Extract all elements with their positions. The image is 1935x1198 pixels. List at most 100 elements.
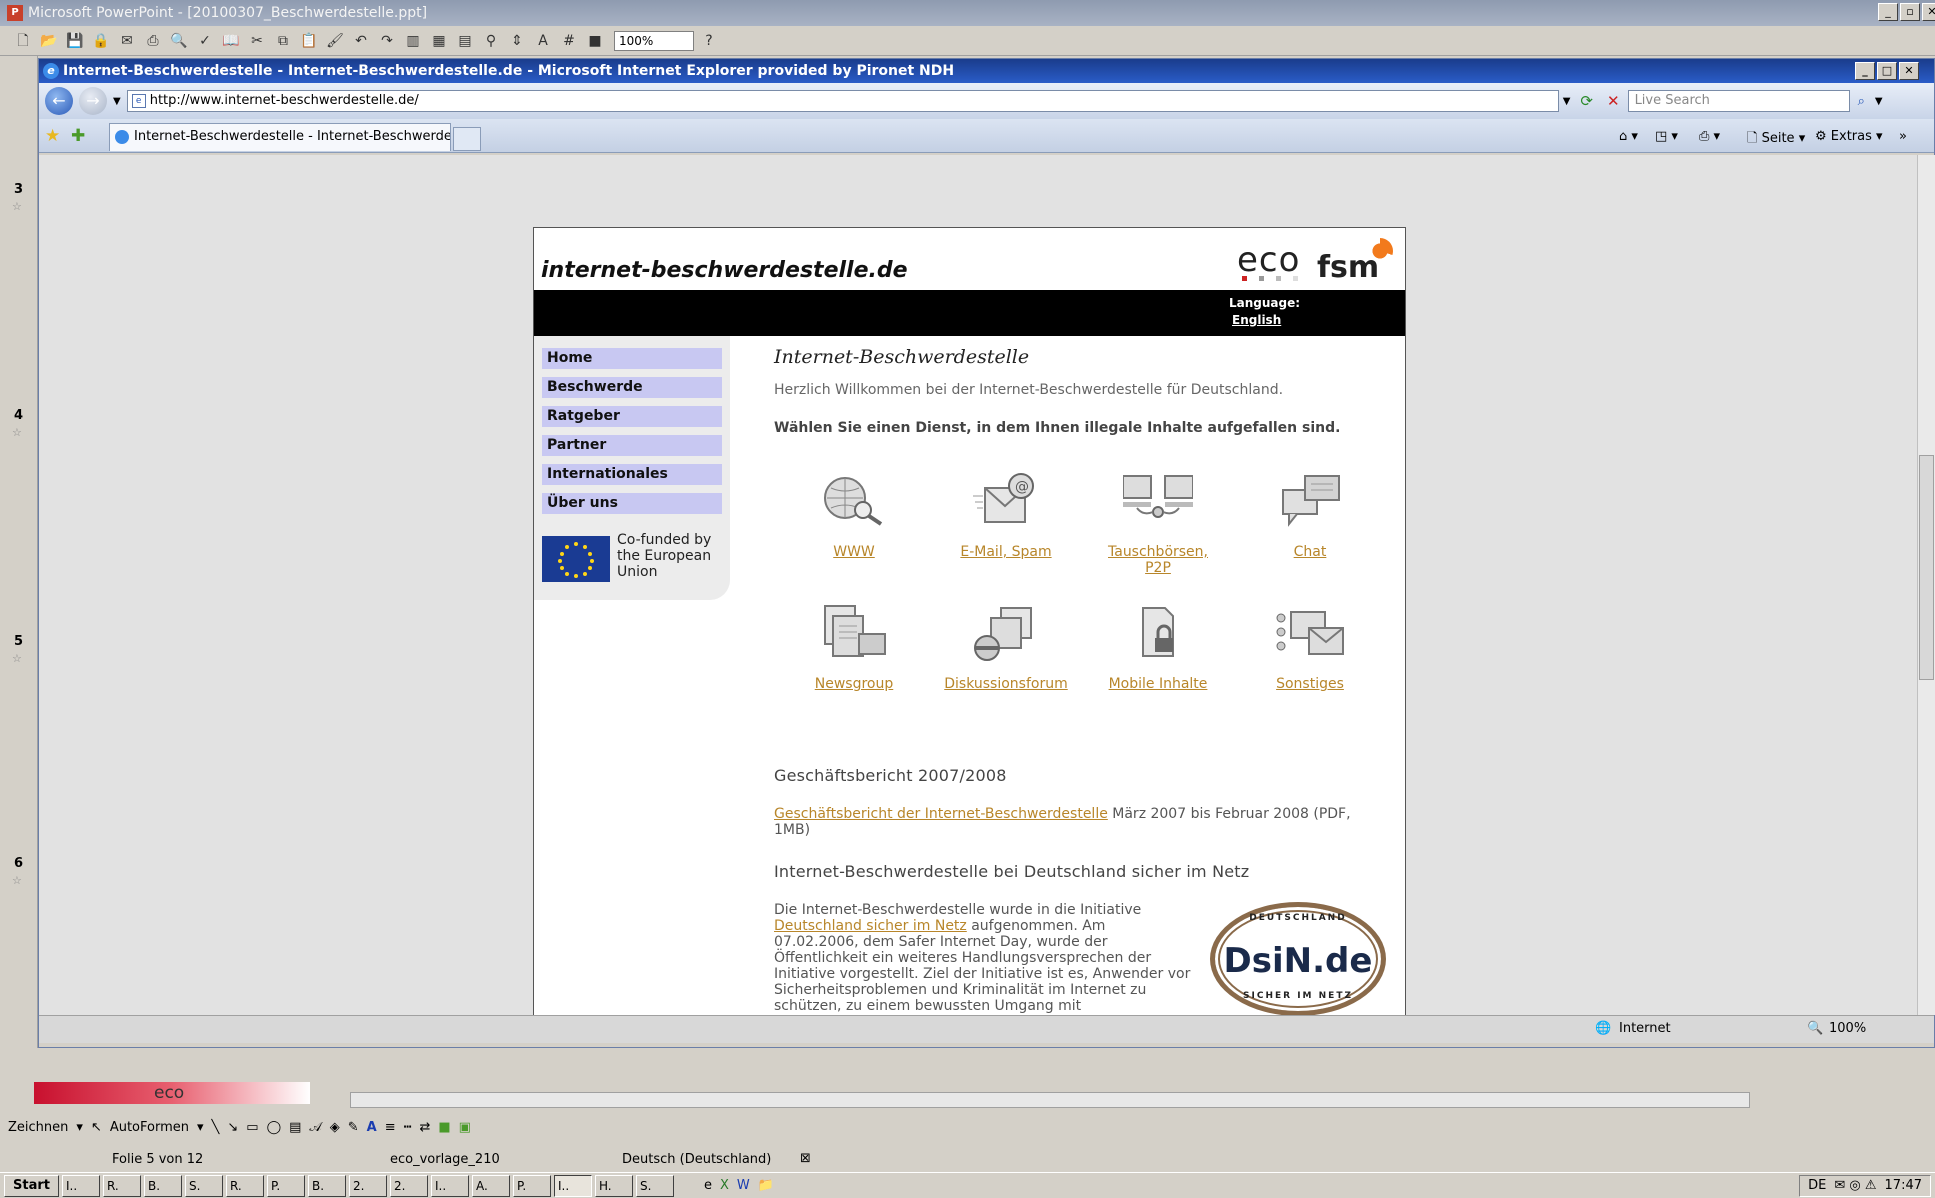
start-button[interactable]: Start (4, 1174, 59, 1197)
ie-maximize-button[interactable]: □ (1877, 62, 1897, 80)
hyperlink-icon[interactable]: ⚲ (480, 30, 502, 52)
taskbar-item[interactable]: B. (307, 1174, 346, 1197)
shadow-icon[interactable]: ■ (438, 1120, 450, 1135)
address-bar[interactable]: e http://www.internet-beschwerdestelle.d… (126, 90, 1559, 112)
taskbar-item[interactable]: S. (184, 1174, 223, 1197)
paste-icon[interactable]: 📋 (298, 30, 320, 52)
ie-launch-icon[interactable]: e (704, 1178, 712, 1193)
print-preview-icon[interactable]: 🔍 (168, 30, 190, 52)
menu-home[interactable]: Home (542, 348, 722, 369)
grid-icon[interactable]: # (558, 30, 580, 52)
cut-icon[interactable]: ✂ (246, 30, 268, 52)
ie-close-button[interactable]: ✕ (1899, 62, 1919, 80)
print-icon[interactable]: ⎙ ▾ (1699, 129, 1720, 144)
add-favorite-icon[interactable]: ✚ (71, 126, 85, 146)
minimize-button[interactable]: _ (1878, 3, 1898, 21)
zoom-level[interactable]: 100% (1829, 1021, 1866, 1036)
taskbar-item[interactable]: P. (512, 1174, 551, 1197)
taskbar-item[interactable]: S. (635, 1174, 674, 1197)
service-link[interactable]: WWW (779, 544, 929, 560)
report-link[interactable]: Geschäftsbericht der Internet-Beschwerde… (774, 806, 1108, 822)
service-link[interactable]: E-Mail, Spam (931, 544, 1081, 560)
close-button[interactable]: ✕ (1922, 3, 1935, 21)
zoom-select[interactable]: 100% (614, 30, 694, 51)
service-link[interactable]: Sonstiges (1235, 676, 1385, 692)
open-icon[interactable]: 📂 (38, 30, 60, 52)
overflow-icon[interactable]: » (1899, 129, 1907, 144)
history-dropdown-icon[interactable]: ▼ (113, 96, 121, 107)
service-forum[interactable]: Diskussionsforum (931, 604, 1081, 692)
taskbar-item[interactable]: 2. (389, 1174, 428, 1197)
taskbar-item[interactable]: I.. (430, 1174, 469, 1197)
taskbar-item[interactable]: I.. (61, 1174, 100, 1197)
service-link[interactable]: Newsgroup (779, 676, 929, 692)
dsin-link[interactable]: Deutschland sicher im Netz (774, 918, 967, 934)
home-icon[interactable]: ⌂ ▾ (1619, 129, 1638, 144)
service-link[interactable]: Mobile Inhalte (1083, 676, 1233, 692)
browser-tab[interactable]: Internet-Beschwerdestelle - Internet-Bes… (109, 123, 451, 151)
taskbar-item[interactable]: R. (225, 1174, 264, 1197)
slide-number[interactable]: 3 (14, 182, 23, 197)
stop-icon[interactable]: ✕ (1607, 92, 1620, 110)
search-input[interactable]: Live Search (1627, 90, 1850, 112)
insert-table-icon[interactable]: ▦ (428, 30, 450, 52)
expand-icon[interactable]: ⇕ (506, 30, 528, 52)
address-dropdown-icon[interactable]: ▼ (1563, 96, 1571, 107)
menu-ueber-uns[interactable]: Über uns (542, 493, 722, 514)
format-painter-icon[interactable]: 🖌 (324, 30, 346, 52)
fill-color-icon[interactable]: ◈ (330, 1120, 340, 1135)
copy-icon[interactable]: ⧉ (272, 30, 294, 52)
line-color-icon[interactable]: ✎ (348, 1120, 359, 1135)
search-dropdown-icon[interactable]: ▼ (1875, 96, 1883, 107)
color-icon[interactable]: ■ (584, 30, 606, 52)
print-icon[interactable]: ⎙ (142, 30, 164, 52)
taskbar-item[interactable]: P. (266, 1174, 305, 1197)
feeds-icon[interactable]: ◳ ▾ (1655, 129, 1678, 144)
arrow-style-icon[interactable]: ⇄ (419, 1120, 430, 1135)
favorites-star-icon[interactable]: ★ (45, 126, 60, 146)
menu-internationales[interactable]: Internationales (542, 464, 722, 485)
new-tab-button[interactable] (453, 127, 481, 151)
menu-beschwerde[interactable]: Beschwerde (542, 377, 722, 398)
font-color-icon[interactable]: A (367, 1120, 377, 1135)
slide-thumbnail[interactable]: eco (34, 1082, 310, 1104)
research-icon[interactable]: 📖 (220, 30, 242, 52)
taskbar-item[interactable]: H. (594, 1174, 633, 1197)
ellipse-icon[interactable]: ◯ (267, 1120, 282, 1135)
select-arrow-icon[interactable]: ↖ (91, 1120, 102, 1135)
new-icon[interactable]: 🗋 (12, 30, 34, 52)
permission-icon[interactable]: 🔒 (90, 30, 112, 52)
service-www[interactable]: WWW (779, 472, 929, 560)
search-icon[interactable]: ⌕ (1858, 94, 1865, 109)
service-p2p[interactable]: Tauschbörsen, P2P (1083, 472, 1233, 576)
tables-borders-icon[interactable]: ▤ (454, 30, 476, 52)
taskbar-item[interactable]: A. (471, 1174, 510, 1197)
extras-menu[interactable]: ⚙ Extras ▾ (1815, 129, 1883, 144)
service-newsgroup[interactable]: Newsgroup (779, 604, 929, 692)
spelling-icon[interactable]: ✓ (194, 30, 216, 52)
english-link[interactable]: English (1232, 313, 1281, 327)
word-launch-icon[interactable]: W (737, 1178, 750, 1193)
slide-number[interactable]: 4 (14, 408, 23, 423)
page-menu[interactable]: 🗋 Seite ▾ (1747, 129, 1805, 151)
service-mobile[interactable]: Mobile Inhalte (1083, 604, 1233, 692)
refresh-icon[interactable]: ⟳ (1580, 92, 1593, 110)
service-chat[interactable]: Chat (1235, 472, 1385, 560)
3d-icon[interactable]: ▣ (459, 1120, 471, 1135)
email-icon[interactable]: ✉ (116, 30, 138, 52)
wordart-icon[interactable]: 𝒜 (309, 1120, 321, 1135)
autoformen-menu[interactable]: AutoFormen (110, 1120, 189, 1135)
vertical-scrollbar[interactable] (1917, 155, 1935, 1015)
site-name[interactable]: internet-beschwerdestelle.de (541, 258, 908, 283)
textbox-icon[interactable]: ▤ (289, 1120, 301, 1135)
dash-style-icon[interactable]: ┅ (404, 1120, 412, 1135)
taskbar-item[interactable]: I.. (553, 1174, 592, 1197)
menu-ratgeber[interactable]: Ratgeber (542, 406, 722, 427)
service-misc[interactable]: Sonstiges (1235, 604, 1385, 692)
service-link[interactable]: Chat (1235, 544, 1385, 560)
back-button[interactable]: ← (45, 87, 73, 115)
draw-menu[interactable]: Zeichnen (8, 1120, 68, 1135)
service-email[interactable]: @ E-Mail, Spam (931, 472, 1081, 560)
help-icon[interactable]: ? (698, 30, 720, 52)
slide-number[interactable]: 5 (14, 634, 23, 649)
